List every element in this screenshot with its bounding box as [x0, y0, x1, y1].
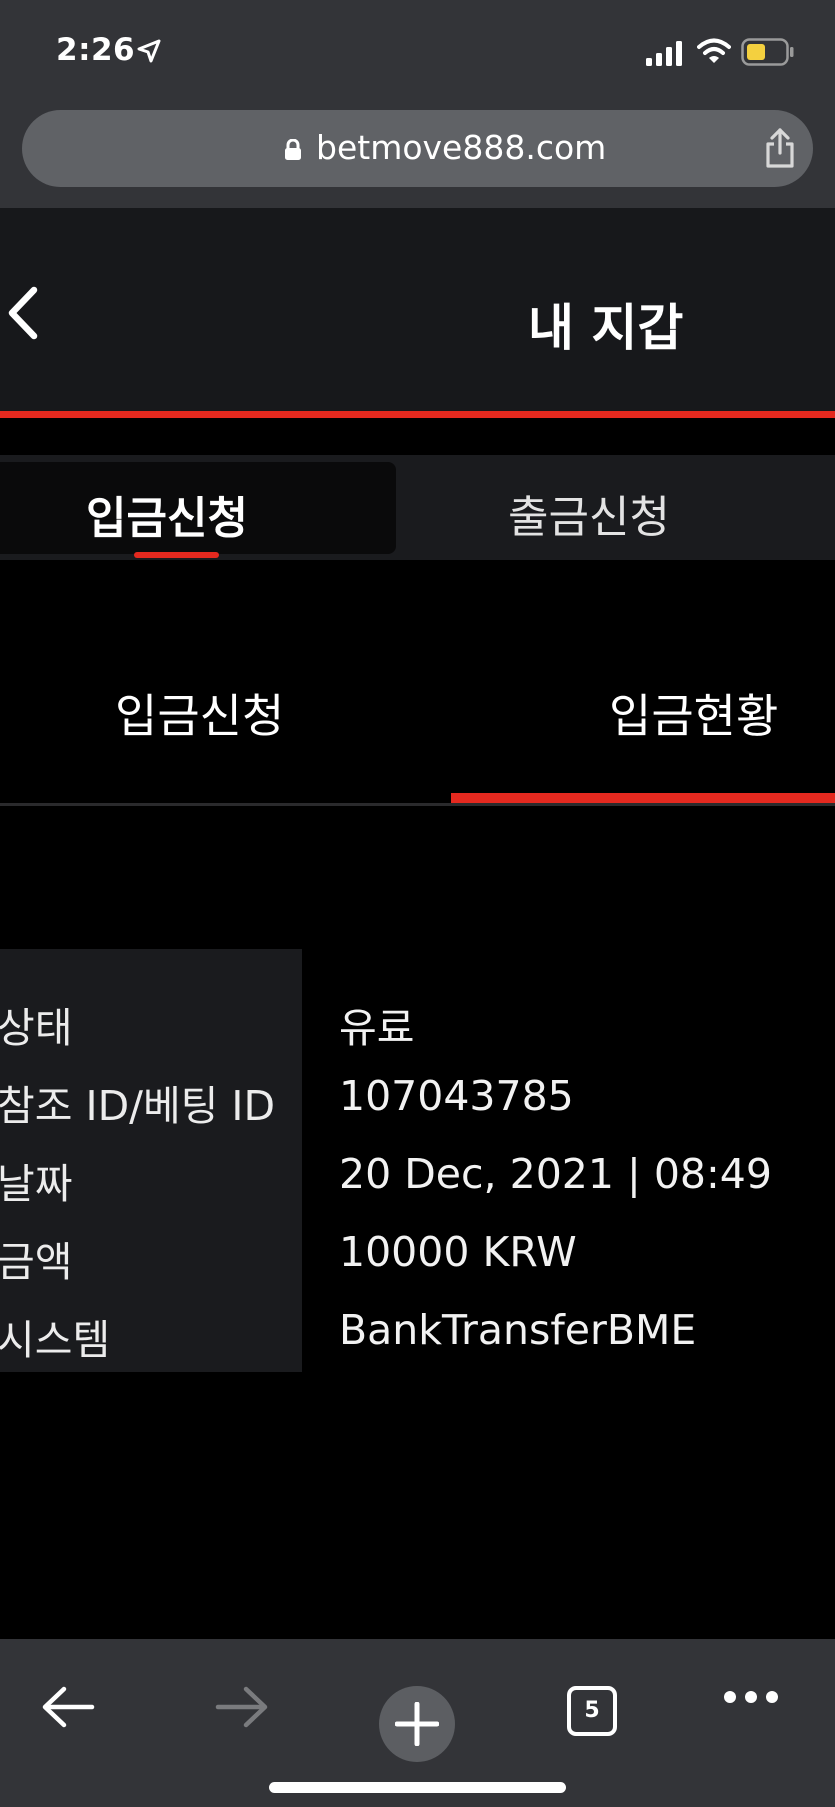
detail-row-system: 시스템 BankTransferBME	[0, 1306, 835, 1366]
active-tab-indicator	[134, 552, 219, 558]
detail-label: 금액	[0, 1238, 73, 1286]
battery-icon	[741, 38, 795, 70]
detail-value: 107043785	[339, 1072, 574, 1120]
detail-row-status: 상태 유료	[0, 994, 835, 1054]
tabs-button[interactable]: 5	[567, 1686, 617, 1736]
detail-row-reference-id: 참조 ID/베팅 ID 107043785	[0, 1072, 835, 1132]
subtab-deposit-request[interactable]: 입금신청	[115, 680, 284, 746]
detail-row-date: 날짜 20 Dec, 2021 | 08:49	[0, 1150, 835, 1210]
arrow-left-icon[interactable]	[40, 1685, 96, 1733]
main-tabs: 입금신청 출금신청	[0, 455, 835, 560]
header-divider	[0, 411, 835, 418]
plus-icon	[395, 1702, 439, 1746]
detail-label: 상태	[0, 1004, 73, 1052]
detail-value: BankTransferBME	[339, 1306, 697, 1354]
detail-value: 20 Dec, 2021 | 08:49	[339, 1150, 772, 1198]
arrow-right-icon[interactable]	[214, 1685, 270, 1733]
status-bar: 2:26	[0, 0, 835, 104]
home-indicator	[269, 1782, 566, 1793]
page-title: 내 지갑	[528, 299, 684, 357]
tab-withdrawal-request[interactable]: 출금신청	[508, 481, 670, 545]
lock-icon	[284, 138, 302, 165]
tab-count: 5	[584, 1698, 600, 1723]
address-bar[interactable]: betmove888.com	[22, 110, 813, 187]
share-icon[interactable]	[763, 127, 797, 173]
tab-label: 입금신청	[86, 493, 248, 544]
app-header: 내 지갑	[0, 208, 835, 411]
location-arrow-icon	[136, 38, 162, 68]
chevron-left-icon[interactable]	[2, 284, 42, 348]
detail-value: 유료	[339, 1004, 415, 1052]
detail-label: 날짜	[0, 1160, 73, 1208]
sub-tabs: 입금신청 입금현황	[0, 640, 835, 806]
status-time: 2:26	[56, 32, 136, 68]
wifi-icon	[697, 37, 731, 69]
detail-value: 10000 KRW	[339, 1228, 577, 1276]
cellular-signal-icon	[646, 40, 684, 70]
subtabs-divider	[0, 803, 835, 806]
browser-url-area: betmove888.com	[0, 104, 835, 208]
url-text: betmove888.com	[316, 128, 607, 167]
active-subtab-indicator	[451, 793, 835, 803]
browser-toolbar: 5	[0, 1639, 835, 1807]
detail-label: 시스템	[0, 1316, 111, 1364]
subtab-deposit-status[interactable]: 입금현황	[609, 680, 778, 746]
tab-deposit-request[interactable]: 입금신청	[0, 462, 396, 558]
detail-label: 참조 ID/베팅 ID	[0, 1082, 276, 1130]
new-tab-button[interactable]	[379, 1686, 455, 1762]
detail-row-amount: 금액 10000 KRW	[0, 1228, 835, 1288]
more-dots-icon[interactable]	[722, 1686, 780, 1712]
